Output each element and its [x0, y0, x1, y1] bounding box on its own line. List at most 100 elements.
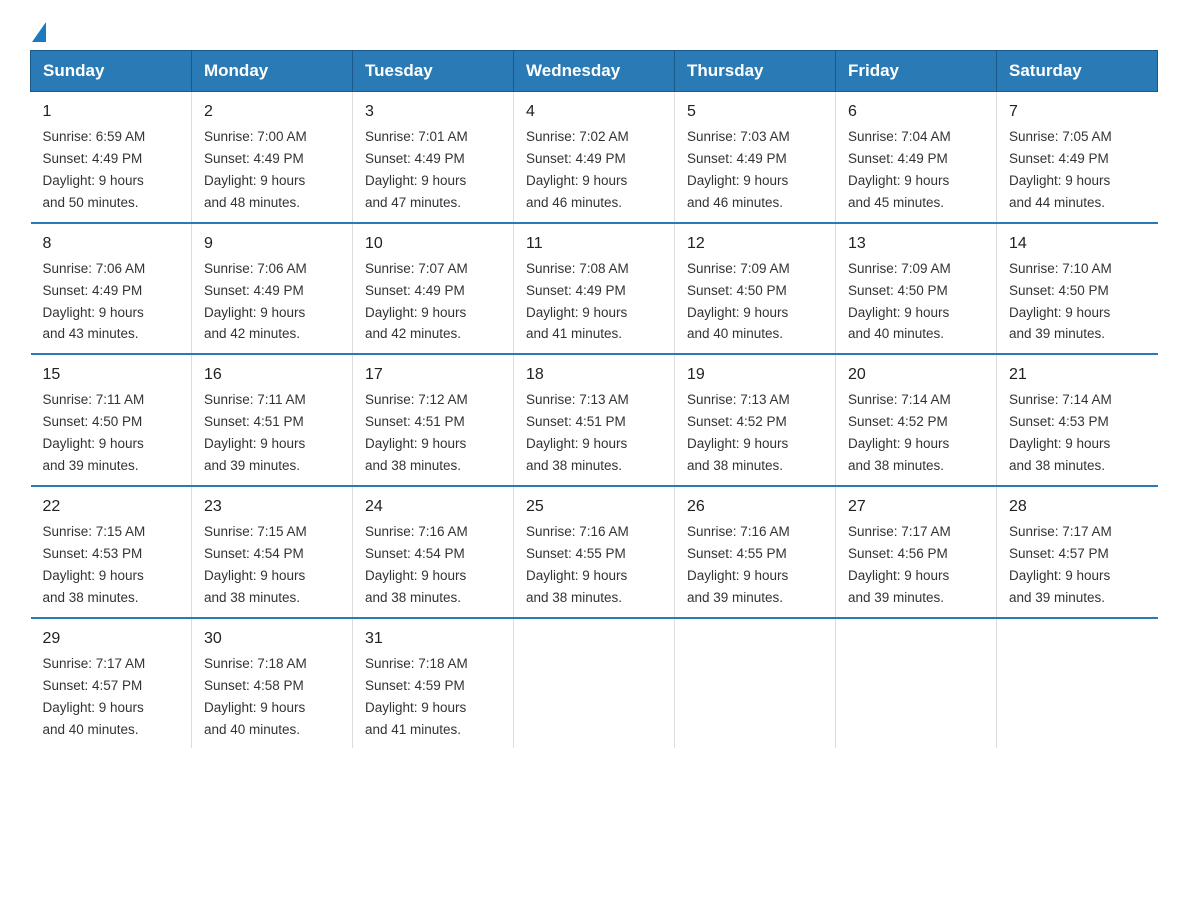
day-number: 22: [43, 495, 180, 519]
day-info: Sunrise: 7:17 AMSunset: 4:57 PMDaylight:…: [1009, 524, 1112, 605]
day-info: Sunrise: 7:13 AMSunset: 4:52 PMDaylight:…: [687, 392, 790, 473]
day-number: 19: [687, 363, 823, 387]
day-number: 13: [848, 232, 984, 256]
calendar-body: 1Sunrise: 6:59 AMSunset: 4:49 PMDaylight…: [31, 92, 1158, 749]
week-row-3: 15 Sunrise: 7:11 AMSunset: 4:50 PMDayligh…: [31, 354, 1158, 486]
day-number: 24: [365, 495, 501, 519]
day-number: 8: [43, 232, 180, 256]
day-number: 30: [204, 627, 340, 651]
day-info: Sunrise: 7:05 AMSunset: 4:49 PMDaylight:…: [1009, 129, 1112, 210]
day-info: Sunrise: 7:04 AMSunset: 4:49 PMDaylight:…: [848, 129, 951, 210]
day-info: Sunrise: 7:14 AMSunset: 4:53 PMDaylight:…: [1009, 392, 1112, 473]
calendar-cell: 28 Sunrise: 7:17 AMSunset: 4:57 PMDayligh…: [997, 486, 1158, 618]
calendar-cell: 1Sunrise: 6:59 AMSunset: 4:49 PMDaylight…: [31, 92, 192, 223]
day-number: 9: [204, 232, 340, 256]
day-number: 31: [365, 627, 501, 651]
calendar-cell: 8 Sunrise: 7:06 AMSunset: 4:49 PMDaylight…: [31, 223, 192, 355]
calendar-cell: 20 Sunrise: 7:14 AMSunset: 4:52 PMDayligh…: [836, 354, 997, 486]
calendar-cell: 9Sunrise: 7:06 AMSunset: 4:49 PMDaylight…: [192, 223, 353, 355]
calendar-cell: 7 Sunrise: 7:05 AMSunset: 4:49 PMDaylight…: [997, 92, 1158, 223]
day-info: Sunrise: 7:18 AMSunset: 4:59 PMDaylight:…: [365, 656, 468, 737]
day-info: Sunrise: 7:11 AMSunset: 4:51 PMDaylight:…: [204, 392, 306, 473]
day-info: Sunrise: 7:09 AMSunset: 4:50 PMDaylight:…: [687, 261, 790, 342]
calendar-cell: 13 Sunrise: 7:09 AMSunset: 4:50 PMDayligh…: [836, 223, 997, 355]
day-number: 1: [43, 100, 180, 124]
day-number: 7: [1009, 100, 1146, 124]
day-info: Sunrise: 7:02 AMSunset: 4:49 PMDaylight:…: [526, 129, 629, 210]
calendar-cell: 2Sunrise: 7:00 AMSunset: 4:49 PMDaylight…: [192, 92, 353, 223]
day-number: 14: [1009, 232, 1146, 256]
weekday-header-monday: Monday: [192, 51, 353, 92]
calendar-cell: 25 Sunrise: 7:16 AMSunset: 4:55 PMDayligh…: [514, 486, 675, 618]
calendar-cell: 24 Sunrise: 7:16 AMSunset: 4:54 PMDayligh…: [353, 486, 514, 618]
day-info: Sunrise: 7:12 AMSunset: 4:51 PMDaylight:…: [365, 392, 468, 473]
day-info: Sunrise: 7:13 AMSunset: 4:51 PMDaylight:…: [526, 392, 629, 473]
day-info: Sunrise: 7:09 AMSunset: 4:50 PMDaylight:…: [848, 261, 951, 342]
day-info: Sunrise: 7:08 AMSunset: 4:49 PMDaylight:…: [526, 261, 629, 342]
day-number: 18: [526, 363, 662, 387]
day-info: Sunrise: 7:16 AMSunset: 4:54 PMDaylight:…: [365, 524, 468, 605]
day-info: Sunrise: 7:06 AMSunset: 4:49 PMDaylight:…: [43, 261, 146, 342]
day-info: Sunrise: 7:16 AMSunset: 4:55 PMDaylight:…: [526, 524, 629, 605]
day-number: 11: [526, 232, 662, 256]
week-row-2: 8 Sunrise: 7:06 AMSunset: 4:49 PMDaylight…: [31, 223, 1158, 355]
day-number: 6: [848, 100, 984, 124]
day-number: 20: [848, 363, 984, 387]
calendar-cell: 23Sunrise: 7:15 AMSunset: 4:54 PMDayligh…: [192, 486, 353, 618]
day-info: Sunrise: 7:11 AMSunset: 4:50 PMDaylight:…: [43, 392, 145, 473]
day-info: Sunrise: 7:07 AMSunset: 4:49 PMDaylight:…: [365, 261, 468, 342]
calendar-cell: 26Sunrise: 7:16 AMSunset: 4:55 PMDayligh…: [675, 486, 836, 618]
day-number: 3: [365, 100, 501, 124]
week-row-1: 1Sunrise: 6:59 AMSunset: 4:49 PMDaylight…: [31, 92, 1158, 223]
weekday-header-saturday: Saturday: [997, 51, 1158, 92]
day-info: Sunrise: 7:01 AMSunset: 4:49 PMDaylight:…: [365, 129, 468, 210]
calendar-cell: [836, 618, 997, 749]
week-row-5: 29 Sunrise: 7:17 AMSunset: 4:57 PMDayligh…: [31, 618, 1158, 749]
calendar-cell: 5Sunrise: 7:03 AMSunset: 4:49 PMDaylight…: [675, 92, 836, 223]
calendar-header: SundayMondayTuesdayWednesdayThursdayFrid…: [31, 51, 1158, 92]
calendar-cell: 15 Sunrise: 7:11 AMSunset: 4:50 PMDayligh…: [31, 354, 192, 486]
calendar-cell: 14Sunrise: 7:10 AMSunset: 4:50 PMDayligh…: [997, 223, 1158, 355]
weekday-header-row: SundayMondayTuesdayWednesdayThursdayFrid…: [31, 51, 1158, 92]
day-info: Sunrise: 7:17 AMSunset: 4:56 PMDaylight:…: [848, 524, 951, 605]
day-number: 27: [848, 495, 984, 519]
day-number: 25: [526, 495, 662, 519]
week-row-4: 22 Sunrise: 7:15 AMSunset: 4:53 PMDayligh…: [31, 486, 1158, 618]
day-info: Sunrise: 7:14 AMSunset: 4:52 PMDaylight:…: [848, 392, 951, 473]
day-number: 10: [365, 232, 501, 256]
calendar-cell: 29 Sunrise: 7:17 AMSunset: 4:57 PMDayligh…: [31, 618, 192, 749]
day-number: 29: [43, 627, 180, 651]
page-header: [30, 20, 1158, 40]
day-info: Sunrise: 7:16 AMSunset: 4:55 PMDaylight:…: [687, 524, 790, 605]
logo-triangle-icon: [32, 22, 46, 42]
day-number: 21: [1009, 363, 1146, 387]
day-info: Sunrise: 7:00 AMSunset: 4:49 PMDaylight:…: [204, 129, 307, 210]
day-number: 28: [1009, 495, 1146, 519]
calendar-cell: [514, 618, 675, 749]
calendar-cell: 4Sunrise: 7:02 AMSunset: 4:49 PMDaylight…: [514, 92, 675, 223]
day-number: 15: [43, 363, 180, 387]
day-info: Sunrise: 7:17 AMSunset: 4:57 PMDaylight:…: [43, 656, 146, 737]
calendar-cell: 22 Sunrise: 7:15 AMSunset: 4:53 PMDayligh…: [31, 486, 192, 618]
calendar-cell: 27 Sunrise: 7:17 AMSunset: 4:56 PMDayligh…: [836, 486, 997, 618]
calendar-cell: 10 Sunrise: 7:07 AMSunset: 4:49 PMDayligh…: [353, 223, 514, 355]
day-number: 17: [365, 363, 501, 387]
weekday-header-wednesday: Wednesday: [514, 51, 675, 92]
day-number: 12: [687, 232, 823, 256]
calendar-cell: 6 Sunrise: 7:04 AMSunset: 4:49 PMDaylight…: [836, 92, 997, 223]
calendar-cell: 18 Sunrise: 7:13 AMSunset: 4:51 PMDayligh…: [514, 354, 675, 486]
weekday-header-friday: Friday: [836, 51, 997, 92]
day-info: Sunrise: 7:18 AMSunset: 4:58 PMDaylight:…: [204, 656, 307, 737]
calendar-cell: [997, 618, 1158, 749]
weekday-header-sunday: Sunday: [31, 51, 192, 92]
calendar-cell: 12 Sunrise: 7:09 AMSunset: 4:50 PMDayligh…: [675, 223, 836, 355]
day-info: Sunrise: 7:15 AMSunset: 4:53 PMDaylight:…: [43, 524, 146, 605]
calendar-cell: [675, 618, 836, 749]
calendar-cell: 11 Sunrise: 7:08 AMSunset: 4:49 PMDayligh…: [514, 223, 675, 355]
calendar-cell: 31 Sunrise: 7:18 AMSunset: 4:59 PMDayligh…: [353, 618, 514, 749]
calendar-cell: 3 Sunrise: 7:01 AMSunset: 4:49 PMDaylight…: [353, 92, 514, 223]
day-number: 16: [204, 363, 340, 387]
calendar-cell: 30 Sunrise: 7:18 AMSunset: 4:58 PMDayligh…: [192, 618, 353, 749]
calendar-table: SundayMondayTuesdayWednesdayThursdayFrid…: [30, 50, 1158, 748]
day-info: Sunrise: 7:15 AMSunset: 4:54 PMDaylight:…: [204, 524, 307, 605]
